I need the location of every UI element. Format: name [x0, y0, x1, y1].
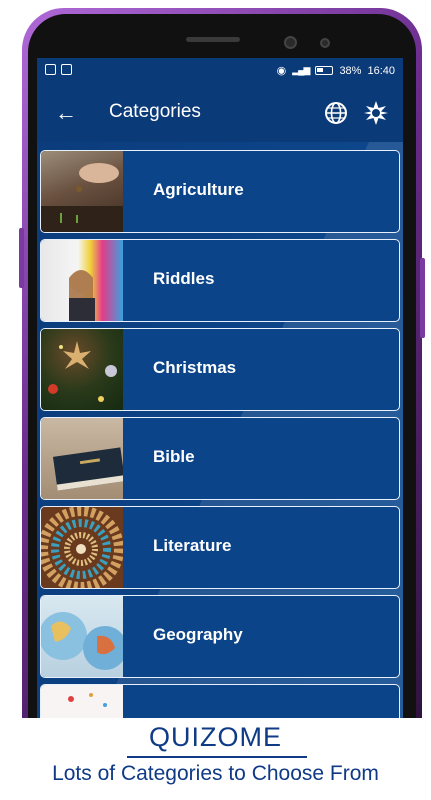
battery-icon	[315, 66, 334, 75]
partial-thumbnail	[41, 685, 123, 720]
riddles-thumbnail	[41, 240, 123, 321]
signal-icon: ▂▄▆	[292, 65, 310, 75]
agriculture-thumbnail	[41, 151, 123, 232]
category-label: Christmas	[153, 358, 237, 377]
phone-side-button	[19, 228, 24, 288]
back-arrow-icon[interactable]: ←	[51, 98, 81, 128]
category-label: Agriculture	[153, 180, 244, 199]
christmas-thumbnail	[41, 329, 123, 410]
app-bar: ← Categories	[37, 84, 403, 142]
hotspot-icon: ◉	[276, 65, 287, 77]
category-list: Agriculture Riddles Christmas Bible Lite…	[40, 150, 400, 720]
status-bar: ◉ ▂▄▆ 38% 16:40	[37, 58, 403, 84]
activity-icon	[61, 64, 72, 75]
category-card-bible[interactable]: Bible	[40, 417, 400, 500]
front-camera-icon	[284, 36, 297, 49]
category-card-christmas[interactable]: Christmas	[40, 328, 400, 411]
category-card-agriculture[interactable]: Agriculture	[40, 150, 400, 233]
category-label: Literature	[153, 536, 232, 555]
phone-speaker	[186, 37, 240, 42]
category-label: Bible	[153, 447, 195, 466]
literature-thumbnail	[41, 507, 124, 588]
globe-icon[interactable]	[321, 98, 351, 128]
phone-side-button	[420, 258, 425, 338]
clock: 16:40	[367, 64, 395, 77]
geography-thumbnail	[41, 596, 127, 677]
brand-underline	[127, 756, 307, 758]
brightness-icon[interactable]	[361, 98, 391, 128]
brand-name: QUIZOME	[149, 722, 282, 752]
promo-banner: QUIZOME Lots of Categories to Choose Fro…	[0, 718, 431, 800]
tagline: Lots of Categories to Choose From	[52, 762, 379, 785]
category-label: Geography	[153, 625, 243, 644]
battery-percent: 38%	[339, 64, 362, 77]
app-screen: ◉ ▂▄▆ 38% 16:40 ← Categories Agriculture…	[37, 58, 403, 720]
bible-thumbnail	[41, 418, 126, 499]
category-card-partial[interactable]	[40, 684, 400, 720]
category-card-riddles[interactable]: Riddles	[40, 239, 400, 322]
notification-icon	[45, 64, 56, 75]
sensor-icon	[320, 38, 330, 48]
category-card-geography[interactable]: Geography	[40, 595, 400, 678]
category-label: Riddles	[153, 269, 215, 288]
page-title: Categories	[109, 101, 201, 122]
category-card-literature[interactable]: Literature	[40, 506, 400, 589]
